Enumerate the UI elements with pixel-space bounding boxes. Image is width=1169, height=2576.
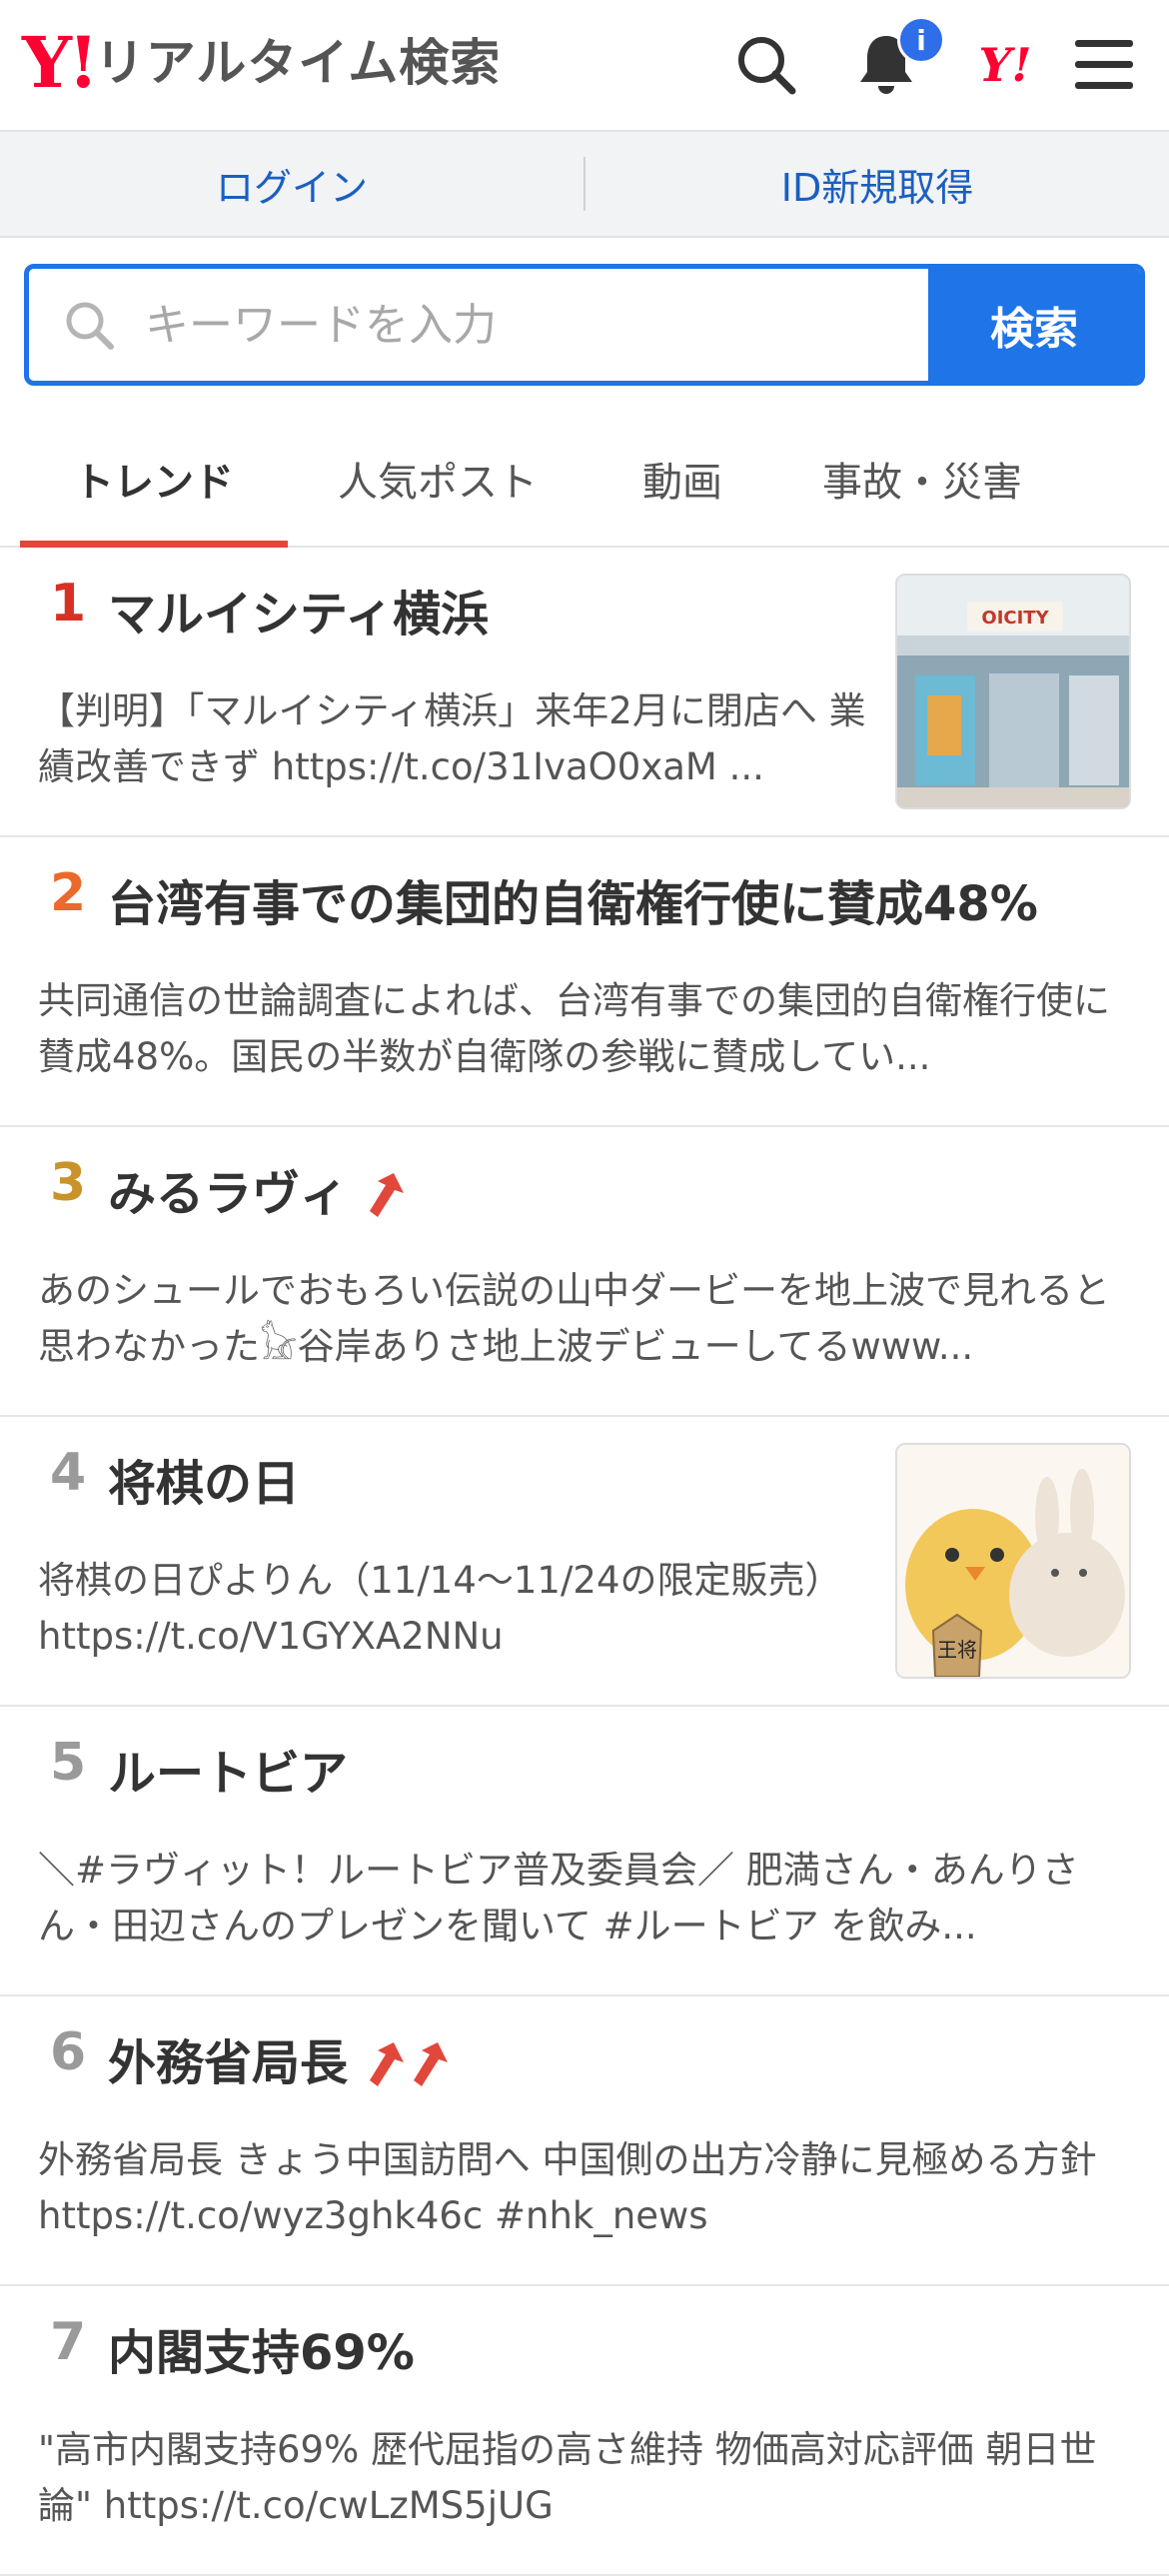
rank-number: 7 [50,2312,87,2372]
rising-indicator [364,2040,452,2088]
trend-title[interactable]: 将棋の日 [108,1456,301,1512]
rank-number: 1 [50,574,87,634]
rank-number: 6 [50,2022,87,2082]
trend-list: 1 マルイシティ横浜 【判明】「マルイシティ横浜」来年2月に閉店へ 業績改善でき… [0,548,1169,2576]
signup-link[interactable]: ID新規取得 [585,157,1169,212]
trend-title-text: 将棋の日 [108,1456,301,1512]
trend-title[interactable]: ルートビア [108,1746,349,1802]
rank-number: 4 [50,1443,87,1503]
tab-popular-posts[interactable]: 人気ポスト [288,412,587,546]
trend-item[interactable]: 1 マルイシティ横浜 【判明】「マルイシティ横浜」来年2月に閉店へ 業績改善でき… [0,548,1169,837]
menu-icon[interactable] [1069,30,1139,100]
rising-indicator [364,1171,408,1219]
trend-description: "高市内閣支持69% 歴代屈指の高さ維持 物価高対応評価 朝日世論" https… [38,2428,1097,2527]
trend-description: 【判明】「マルイシティ横浜」来年2月に閉店へ 業績改善できず https://t… [38,689,866,788]
search-icon [66,302,114,350]
search-form: 検索 [24,264,1145,386]
tab-trend[interactable]: トレンド [20,412,288,548]
trend-description: ＼#ラヴィット！ルートビア普及委員会／ 肥満さん・あんりさん・田辺さんのプレゼン… [38,1849,1079,1947]
login-link[interactable]: ログイン [0,157,584,212]
rank-number: 3 [50,1153,87,1213]
trend-title-text: マルイシティ横浜 [108,587,490,643]
tab-bar: トレンド 人気ポスト 動画 事故・災害 [0,412,1169,548]
trend-title[interactable]: 外務省局長 [108,2035,452,2091]
store-photo-image: OICITY [897,576,1129,807]
store-sign: OICITY [981,608,1049,629]
trend-title[interactable]: マルイシティ横浜 [108,587,490,643]
trend-title[interactable]: 台湾有事での集団的自衛権行使に賛成48% [108,876,1038,932]
header: Y! リアルタイム検索 i Y! [0,0,1169,132]
search-field[interactable] [29,269,928,381]
trend-title-text: 台湾有事での集団的自衛権行使に賛成48% [108,876,1038,932]
trend-item[interactable]: 7 内閣支持69% "高市内閣支持69% 歴代屈指の高さ維持 物価高対応評価 朝… [0,2286,1169,2576]
trend-title-text: 内閣支持69% [108,2325,415,2381]
trend-description: あのシュールでおもろい伝説の山中ダービーを地上波で見れると思わなかった𓃠谷岸あり… [38,1269,1110,1368]
trend-title-text: ルートビア [108,1746,349,1802]
store-thumbnail[interactable]: OICITY [895,574,1131,809]
up-arrow-icon [370,2041,405,2086]
rank-number: 5 [50,1733,87,1793]
up-arrow-icon [370,1172,405,1217]
yahoo-short-logo: Y! [978,38,1032,92]
tab-videos[interactable]: 動画 [587,412,777,546]
login-bar: ログイン ID新規取得 [0,132,1169,238]
piyorin-illustration-image: 王将 [897,1445,1129,1677]
trend-title[interactable]: 内閣支持69% [108,2325,415,2381]
search-icon[interactable] [731,30,801,100]
trend-title-text: みるラヴィ [108,1166,349,1222]
trend-item[interactable]: 6 外務省局長 外務省局長 きょう中国訪問へ 中国側の出方冷静に見極める方針 h… [0,1996,1169,2286]
logo-text: リアルタイム検索 [94,34,502,92]
up-arrow-icon [414,2041,449,2086]
trend-title-text: 外務省局長 [108,2035,349,2091]
search-input[interactable] [145,299,904,351]
tab-accidents-disasters[interactable]: 事故・災害 [777,412,1067,546]
rank-number: 2 [50,863,87,923]
yahoo-home-icon[interactable]: Y! [965,30,1045,100]
yahoo-realtime-logo[interactable]: Y! リアルタイム検索 [22,28,501,98]
trend-title[interactable]: みるラヴィ [108,1166,408,1222]
shogi-piece-label: 王将 [937,1638,977,1662]
trend-description: 将棋の日ぴよりん（11/14〜11/24の限定販売） https://t.co/… [38,1559,842,1658]
trend-item[interactable]: 2 台湾有事での集団的自衛権行使に賛成48% 共同通信の世論調査によれば、台湾有… [0,837,1169,1127]
search-button[interactable]: 検索 [928,269,1140,381]
notification-badge: i [897,16,945,64]
trend-description: 共同通信の世論調査によれば、台湾有事での集団的自衛権行使に賛成48%。国民の半数… [38,979,1110,1078]
piyorin-thumbnail[interactable]: 王将 [895,1443,1131,1679]
trend-item[interactable]: 4 将棋の日 将棋の日ぴよりん（11/14〜11/24の限定販売） https:… [0,1417,1169,1707]
trend-description: 外務省局長 きょう中国訪問へ 中国側の出方冷静に見極める方針 https://t… [38,2138,1097,2237]
logo-mark: Y! [22,21,99,104]
trend-item[interactable]: 5 ルートビア ＼#ラヴィット！ルートビア普及委員会／ 肥満さん・あんりさん・田… [0,1707,1169,1996]
trend-item[interactable]: 3 みるラヴィ あのシュールでおもろい伝説の山中ダービーを地上波で見れると思わな… [0,1127,1169,1417]
